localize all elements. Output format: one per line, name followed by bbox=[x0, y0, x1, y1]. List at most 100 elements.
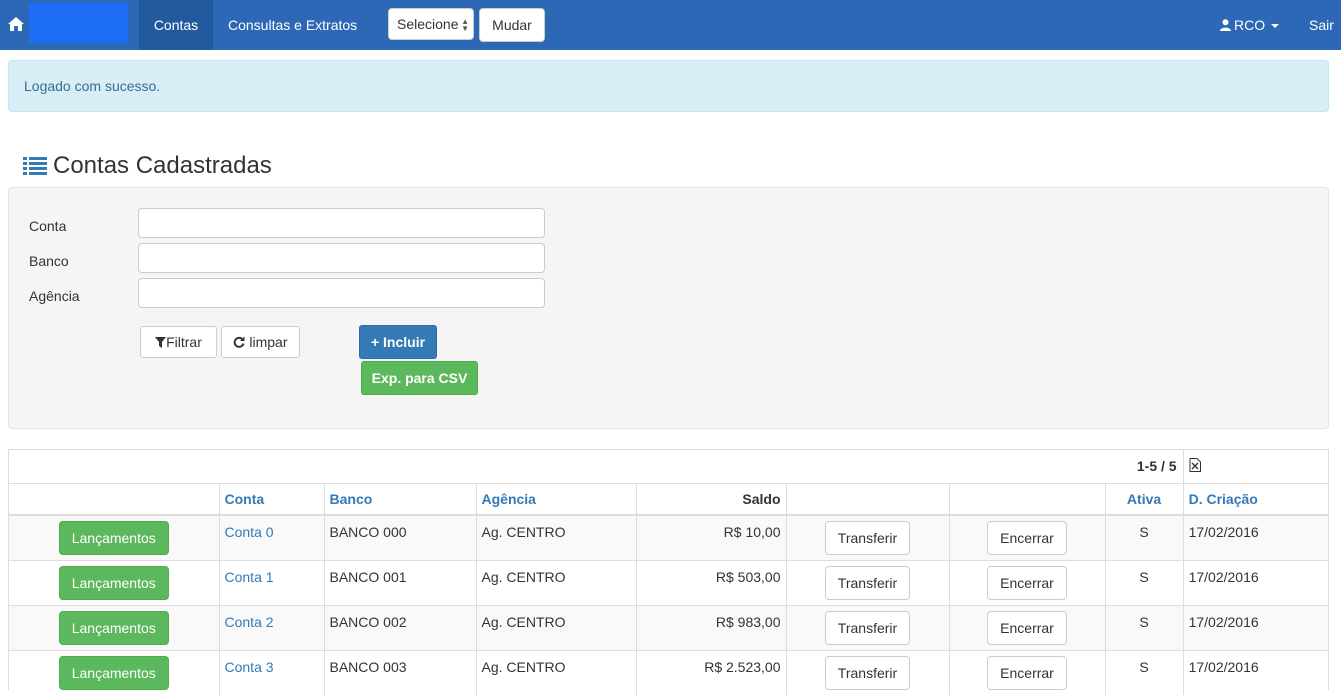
add-button-label: Incluir bbox=[383, 334, 426, 350]
saldo-cell: R$ 10,00 bbox=[635, 514, 786, 560]
success-alert: Logado com sucesso. bbox=[8, 60, 1329, 112]
brand-logo[interactable] bbox=[29, 3, 128, 43]
close-account-button[interactable]: Encerrar bbox=[987, 565, 1067, 600]
col-ativa-header[interactable]: Ativa bbox=[1104, 483, 1184, 516]
table-body: Lançamentos Conta 0 BANCO 000 Ag. CENTRO R$ … bbox=[9, 514, 1328, 695]
conta-cell: Conta 1 bbox=[218, 559, 324, 605]
transfer-button[interactable]: Transferir bbox=[824, 521, 911, 555]
nav-link-contas[interactable]: Contas bbox=[139, 0, 213, 50]
user-menu[interactable]: RCO bbox=[1220, 0, 1280, 50]
conta-input[interactable] bbox=[138, 208, 545, 238]
banco-cell: BANCO 000 bbox=[323, 514, 476, 560]
clear-button[interactable]: limpar bbox=[221, 326, 300, 358]
pagination-row: 1-5 / 5 bbox=[9, 450, 1328, 484]
filter-button[interactable]: Filtrar bbox=[140, 326, 217, 358]
conta-link[interactable]: Conta 2 bbox=[225, 614, 274, 630]
agencia-cell: Ag. CENTRO bbox=[475, 604, 636, 650]
transfer-button[interactable]: Transferir bbox=[824, 655, 911, 690]
criacao-cell: 17/02/2016 bbox=[1182, 649, 1328, 695]
criacao-cell: 17/02/2016 bbox=[1182, 514, 1328, 560]
ativa-cell: S bbox=[1104, 559, 1184, 605]
col-agencia-header[interactable]: Agência bbox=[475, 483, 636, 516]
table-row: Lançamentos Conta 2 BANCO 002 Ag. CENTRO R$ … bbox=[9, 604, 1328, 650]
lancamentos-button[interactable]: Lançamentos bbox=[58, 521, 169, 555]
table-row: Lançamentos Conta 3 BANCO 003 Ag. CENTRO R$ … bbox=[9, 649, 1328, 695]
page-title: Contas Cadastradas bbox=[23, 150, 272, 182]
alert-message: Logado com sucesso. bbox=[24, 78, 161, 94]
transfer-button[interactable]: Transferir bbox=[824, 610, 911, 645]
export-csv-button[interactable]: Exp. para CSV bbox=[361, 361, 478, 395]
user-label: RCO bbox=[1234, 17, 1266, 33]
logout-link[interactable]: Sair bbox=[1309, 0, 1334, 50]
close-cell: Encerrar bbox=[948, 514, 1105, 560]
nav-link-consultas[interactable]: Consultas e Extratos bbox=[228, 0, 357, 50]
conta-link[interactable]: Conta 0 bbox=[225, 524, 274, 540]
lancamentos-button[interactable]: Lançamentos bbox=[58, 565, 169, 600]
transfer-button[interactable]: Transferir bbox=[824, 565, 911, 600]
lancamentos-button[interactable]: Lançamentos bbox=[58, 655, 169, 690]
transfer-cell: Transferir bbox=[785, 604, 949, 650]
home-icon[interactable] bbox=[7, 15, 25, 33]
col-close-header bbox=[948, 483, 1105, 516]
col-criacao-header[interactable]: D. Criação bbox=[1182, 483, 1328, 516]
banco-cell: BANCO 002 bbox=[323, 604, 476, 650]
filter-button-label: Filtrar bbox=[166, 334, 202, 350]
conta-link[interactable]: Conta 1 bbox=[225, 569, 274, 585]
conta-label: Conta bbox=[29, 218, 67, 234]
col-saldo-header: Saldo bbox=[635, 483, 786, 516]
banco-cell: BANCO 003 bbox=[323, 649, 476, 695]
saldo-cell: R$ 983,00 bbox=[635, 604, 786, 650]
agencia-input[interactable] bbox=[138, 278, 545, 308]
action-cell: Lançamentos bbox=[9, 649, 219, 695]
action-cell: Lançamentos bbox=[9, 514, 219, 560]
close-account-button[interactable]: Encerrar bbox=[987, 655, 1067, 690]
col-conta-header[interactable]: Conta bbox=[218, 483, 324, 516]
transfer-cell: Transferir bbox=[785, 559, 949, 605]
close-cell: Encerrar bbox=[948, 559, 1105, 605]
page-title-text: Contas Cadastradas bbox=[53, 152, 272, 179]
profile-select-value: Selecione bbox=[397, 16, 459, 32]
ativa-cell: S bbox=[1104, 604, 1184, 650]
banco-cell: BANCO 001 bbox=[323, 559, 476, 605]
conta-cell: Conta 0 bbox=[218, 514, 324, 560]
ativa-cell: S bbox=[1104, 649, 1184, 695]
user-icon bbox=[1220, 19, 1231, 31]
banco-input[interactable] bbox=[138, 243, 545, 273]
table-row: Lançamentos Conta 0 BANCO 000 Ag. CENTRO R$ … bbox=[9, 514, 1328, 560]
caret-down-icon bbox=[1271, 24, 1280, 29]
close-account-button[interactable]: Encerrar bbox=[987, 610, 1067, 645]
plus-icon: + bbox=[370, 334, 380, 350]
table-header-row: Conta Banco Agência Saldo Ativa D. Criaç… bbox=[9, 483, 1328, 516]
close-cell: Encerrar bbox=[948, 649, 1105, 695]
ativa-cell: S bbox=[1104, 514, 1184, 560]
action-cell: Lançamentos bbox=[9, 604, 219, 650]
agencia-cell: Ag. CENTRO bbox=[475, 649, 636, 695]
profile-select[interactable]: Selecione ▲ ▼ bbox=[388, 8, 474, 40]
top-navbar: Contas Consultas e Extratos Selecione ▲ ▼… bbox=[0, 0, 1341, 50]
refresh-icon bbox=[234, 336, 245, 348]
add-button[interactable]: + Incluir bbox=[359, 325, 437, 359]
criacao-cell: 17/02/2016 bbox=[1182, 559, 1328, 605]
banco-label: Banco bbox=[29, 253, 69, 269]
agencia-cell: Ag. CENTRO bbox=[475, 559, 636, 605]
change-button[interactable]: Mudar bbox=[479, 8, 545, 42]
close-cell: Encerrar bbox=[948, 604, 1105, 650]
col-transfer-header bbox=[785, 483, 949, 516]
lancamentos-button[interactable]: Lançamentos bbox=[58, 610, 169, 645]
col-banco-header[interactable]: Banco bbox=[323, 483, 476, 516]
close-account-button[interactable]: Encerrar bbox=[987, 521, 1067, 555]
clear-button-label: limpar bbox=[249, 334, 288, 350]
accounts-table-container: 1-5 / 5 Conta Banco Agência Saldo Ativa … bbox=[8, 449, 1329, 695]
filter-icon bbox=[155, 337, 167, 348]
conta-cell: Conta 2 bbox=[218, 604, 324, 650]
conta-cell: Conta 3 bbox=[218, 649, 324, 695]
excel-file-icon[interactable] bbox=[1189, 457, 1201, 472]
transfer-cell: Transferir bbox=[785, 514, 949, 560]
saldo-cell: R$ 2.523,00 bbox=[635, 649, 786, 695]
pagination-info: 1-5 / 5 bbox=[9, 450, 1184, 484]
accounts-table: 1-5 / 5 Conta Banco Agência Saldo Ativa … bbox=[9, 450, 1328, 695]
transfer-cell: Transferir bbox=[785, 649, 949, 695]
conta-link[interactable]: Conta 3 bbox=[225, 659, 274, 675]
action-cell: Lançamentos bbox=[9, 559, 219, 605]
export-cell bbox=[1182, 450, 1328, 484]
